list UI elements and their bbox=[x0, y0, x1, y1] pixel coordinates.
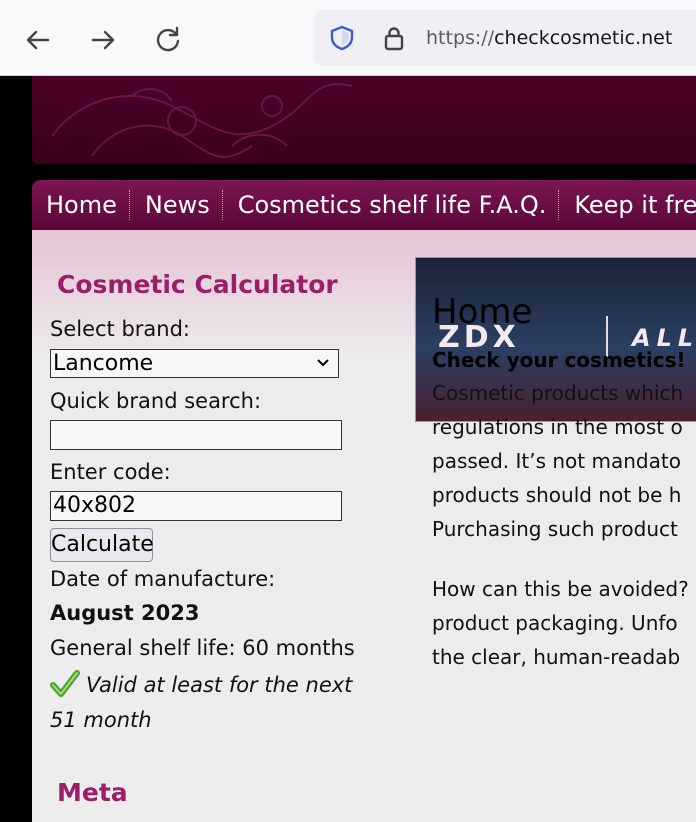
enter-code-label: Enter code: bbox=[50, 460, 171, 484]
check-mark-icon bbox=[50, 670, 80, 697]
lock-icon[interactable] bbox=[380, 24, 408, 52]
validity-text: Valid at least for the next 51 month bbox=[50, 668, 370, 738]
select-brand-label: Select brand: bbox=[50, 317, 191, 341]
paragraph-line: regulations in the most o bbox=[432, 415, 683, 439]
shield-icon[interactable] bbox=[328, 24, 356, 52]
brand-select[interactable]: Lancome bbox=[50, 349, 339, 378]
content-area: Cosmetic Calculator Select brand: Lancom… bbox=[32, 230, 696, 822]
intro-paragraph: Cosmetic products which regulations in t… bbox=[432, 376, 696, 546]
paragraph-line: the clear, human-readab bbox=[432, 645, 681, 669]
chevron-down-icon bbox=[317, 359, 329, 367]
calculator-title: Cosmetic Calculator bbox=[57, 270, 338, 299]
url-scheme: https:// bbox=[426, 27, 495, 49]
calculate-button[interactable]: Calculate bbox=[50, 528, 154, 562]
menu-item-news[interactable]: News bbox=[131, 190, 222, 220]
date-of-manufacture-label: Date of manufacture: bbox=[50, 567, 276, 591]
url-bar[interactable]: https://checkcosmetic.net bbox=[314, 10, 696, 66]
shelf-life-text: General shelf life: 60 months bbox=[50, 636, 355, 660]
reload-icon[interactable] bbox=[150, 22, 186, 58]
validity-line-2: 51 month bbox=[50, 708, 152, 732]
quick-brand-search-input[interactable] bbox=[50, 420, 342, 450]
url-host: checkcosmetic.net bbox=[494, 27, 673, 49]
browser-toolbar: https://checkcosmetic.net bbox=[0, 0, 696, 76]
paragraph-line: products should not be h bbox=[432, 483, 682, 507]
menu-item-keep-it-fresh[interactable]: Keep it fre bbox=[560, 190, 696, 220]
forward-arrow-icon[interactable] bbox=[85, 22, 121, 58]
web-page: Home News Cosmetics shelf life F.A.Q. Ke… bbox=[0, 76, 696, 822]
code-input[interactable]: 40x802 bbox=[50, 491, 342, 521]
meta-title: Meta bbox=[57, 778, 128, 807]
brand-select-value: Lancome bbox=[53, 351, 154, 376]
paragraph-line: passed. It’s not mandato bbox=[432, 449, 681, 473]
site-header-banner bbox=[32, 76, 696, 164]
paragraph-line: Cosmetic products which bbox=[432, 381, 684, 405]
menu-item-faq[interactable]: Cosmetics shelf life F.A.Q. bbox=[224, 190, 559, 220]
date-of-manufacture-value: August 2023 bbox=[50, 601, 200, 625]
back-arrow-icon[interactable] bbox=[20, 22, 56, 58]
url-text[interactable]: https://checkcosmetic.net bbox=[426, 27, 672, 49]
quick-search-label: Quick brand search: bbox=[50, 389, 262, 413]
paragraph-line: Purchasing such product bbox=[432, 517, 678, 541]
main-menu: Home News Cosmetics shelf life F.A.Q. Ke… bbox=[32, 180, 696, 230]
second-paragraph: How can this be avoided? product packagi… bbox=[432, 572, 696, 674]
page-title: Home bbox=[432, 292, 533, 332]
page-subtitle: Check your cosmetics! bbox=[432, 348, 686, 372]
menu-item-home[interactable]: Home bbox=[32, 190, 129, 220]
validity-line-1: Valid at least for the next bbox=[86, 673, 353, 697]
paragraph-line: How can this be avoided? bbox=[432, 577, 689, 601]
paragraph-line: product packaging. Unfo bbox=[432, 611, 678, 635]
